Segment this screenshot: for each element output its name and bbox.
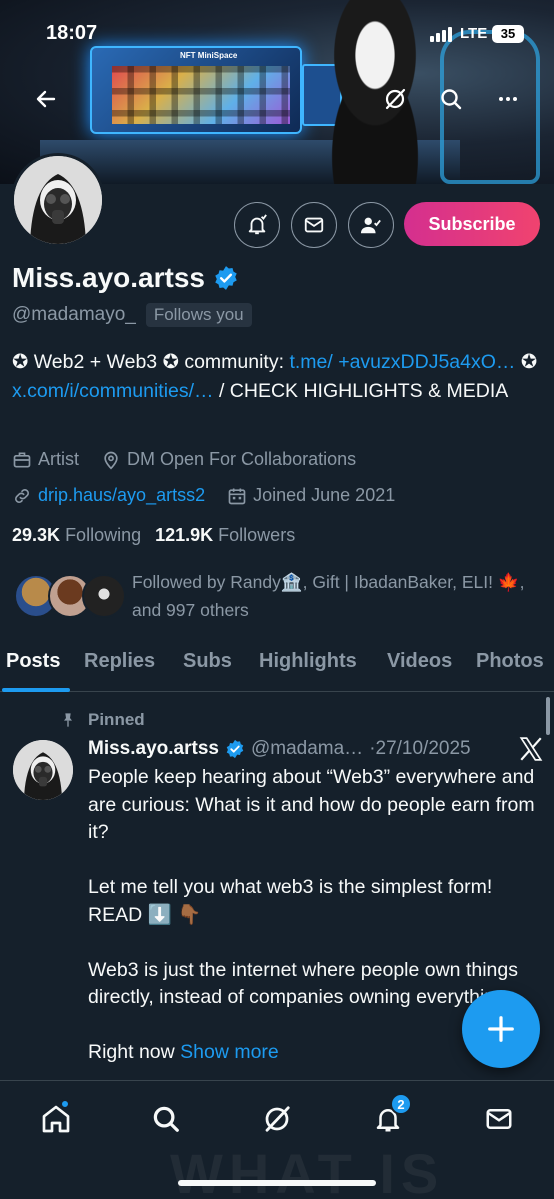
status-time: 18:07 bbox=[46, 22, 98, 44]
follows-you-badge: Follows you bbox=[145, 303, 252, 327]
home-unread-dot bbox=[60, 1099, 70, 1109]
profile-category: Artist bbox=[38, 449, 80, 469]
followed-by-text: Followed by Randy🏦, Gift | IbadanBaker, … bbox=[132, 572, 525, 620]
grok-icon bbox=[265, 1106, 290, 1132]
calendar-icon bbox=[228, 488, 246, 504]
bell-plus-icon bbox=[248, 214, 267, 235]
category-item: Artist bbox=[12, 449, 79, 470]
bottom-faded-text: WHAT IS bbox=[170, 1142, 445, 1199]
show-more-link[interactable]: Show more bbox=[180, 1041, 279, 1063]
subscribe-button[interactable]: Subscribe bbox=[404, 202, 540, 246]
nav-home[interactable] bbox=[34, 1097, 78, 1141]
following-link[interactable]: 29.3K Following bbox=[12, 525, 141, 546]
link-icon bbox=[15, 488, 29, 503]
profile-name: Miss.ayo.artss bbox=[12, 262, 205, 293]
pinned-label-row: Pinned bbox=[60, 710, 145, 730]
search-button[interactable] bbox=[432, 80, 470, 118]
post-header: Miss.ayo.artss @madama… ·27/10/2025 bbox=[88, 736, 544, 762]
verified-badge-icon[interactable] bbox=[213, 265, 239, 291]
location-item: DM Open For Collaborations bbox=[101, 449, 356, 470]
pin-icon bbox=[64, 713, 72, 727]
search-icon bbox=[441, 89, 462, 110]
profile-avatar[interactable] bbox=[11, 153, 105, 247]
location-pin-icon bbox=[104, 451, 118, 470]
pinned-label: Pinned bbox=[88, 710, 145, 729]
post-paragraph: Let me tell you what web3 is the simples… bbox=[88, 876, 493, 926]
notifications-badge: 2 bbox=[390, 1093, 412, 1115]
following-button[interactable] bbox=[348, 202, 394, 248]
signal-icon bbox=[430, 26, 452, 42]
gas-mask-nun-avatar-icon bbox=[14, 156, 102, 244]
tab-photos[interactable]: Photos bbox=[476, 650, 544, 673]
notify-subscribe-button[interactable] bbox=[234, 202, 280, 248]
profile-tabs: Posts Replies Subs Highlights Videos Pho… bbox=[0, 640, 554, 692]
active-tab-indicator bbox=[2, 688, 70, 692]
search-icon bbox=[153, 1106, 179, 1132]
scrollbar[interactable] bbox=[546, 697, 550, 735]
nav-notifications[interactable]: 2 bbox=[366, 1093, 412, 1141]
compose-post-button[interactable] bbox=[462, 990, 540, 1068]
tab-highlights[interactable]: Highlights bbox=[259, 650, 357, 673]
plus-icon bbox=[488, 1016, 514, 1042]
battery-icon: 35 bbox=[492, 25, 524, 43]
back-button[interactable] bbox=[27, 80, 65, 118]
envelope-icon bbox=[304, 217, 324, 233]
home-indicator[interactable] bbox=[178, 1180, 376, 1186]
profile-location: DM Open For Collaborations bbox=[127, 449, 357, 469]
message-button[interactable] bbox=[291, 202, 337, 248]
bio-telegram-link[interactable]: t.me/ +avuzxDDJ5a4xO… bbox=[289, 351, 515, 373]
handle-row: @madamayo_ Follows you bbox=[12, 303, 252, 327]
profile-website[interactable]: drip.haus/ayo_artss2 bbox=[38, 485, 205, 506]
website-item[interactable]: drip.haus/ayo_artss2 bbox=[12, 485, 205, 506]
banner-monitor-title: NFT MiniSpace bbox=[180, 51, 238, 60]
profile-bio: ✪ Web2 + Web3 ✪ community: t.me/ +avuzxD… bbox=[12, 351, 538, 402]
profile-joined: Joined June 2021 bbox=[253, 485, 396, 505]
profile-meta-row-1: Artist DM Open For Collaborations bbox=[12, 449, 370, 470]
tab-posts[interactable]: Posts bbox=[6, 650, 60, 673]
back-arrow-icon bbox=[36, 90, 56, 108]
nav-messages[interactable] bbox=[477, 1097, 521, 1141]
tab-subs[interactable]: Subs bbox=[183, 650, 232, 673]
followed-by-row[interactable]: Followed by Randy🏦, Gift | IbadanBaker, … bbox=[12, 568, 542, 624]
user-check-icon bbox=[360, 217, 381, 234]
nav-search[interactable] bbox=[144, 1097, 188, 1141]
envelope-icon bbox=[486, 1109, 512, 1129]
post-date: ·27/10/2025 bbox=[369, 738, 471, 759]
x-logo-icon[interactable] bbox=[518, 736, 544, 762]
profile-name-row: Miss.ayo.artss bbox=[12, 262, 239, 294]
grok-button[interactable] bbox=[376, 80, 414, 118]
post-last-line: Right now bbox=[88, 1041, 181, 1063]
banner-monitor: NFT MiniSpace bbox=[90, 46, 302, 134]
network-label: LTE bbox=[460, 25, 488, 42]
profile-handle: @madamayo_ bbox=[12, 304, 136, 325]
status-bar: 18:07 LTE 35 bbox=[0, 0, 554, 50]
followers-link[interactable]: 121.9K Followers bbox=[155, 525, 295, 546]
post-author-avatar[interactable] bbox=[13, 740, 73, 800]
post-author-name[interactable]: Miss.ayo.artss bbox=[88, 738, 219, 760]
post-paragraph: People keep hearing about “Web3” everywh… bbox=[88, 766, 535, 843]
nav-grok[interactable] bbox=[255, 1097, 299, 1141]
joined-item: Joined June 2021 bbox=[227, 485, 395, 506]
briefcase-icon bbox=[13, 452, 31, 467]
verified-badge-icon bbox=[226, 739, 244, 759]
tab-replies[interactable]: Replies bbox=[84, 650, 155, 673]
more-dots-icon bbox=[499, 97, 517, 101]
post-author-handle: @madama… bbox=[250, 738, 364, 759]
tab-videos[interactable]: Videos bbox=[387, 650, 452, 673]
grok-icon bbox=[385, 88, 406, 110]
follower-avatar-3 bbox=[82, 574, 126, 618]
bio-community-link[interactable]: x.com/i/communities/… bbox=[12, 380, 214, 402]
follow-counts: 29.3K Following 121.9K Followers bbox=[12, 525, 295, 546]
more-button[interactable] bbox=[489, 80, 527, 118]
gas-mask-nun-avatar-icon bbox=[13, 740, 73, 800]
profile-meta-row-2: drip.haus/ayo_artss2 Joined June 2021 bbox=[12, 485, 409, 506]
